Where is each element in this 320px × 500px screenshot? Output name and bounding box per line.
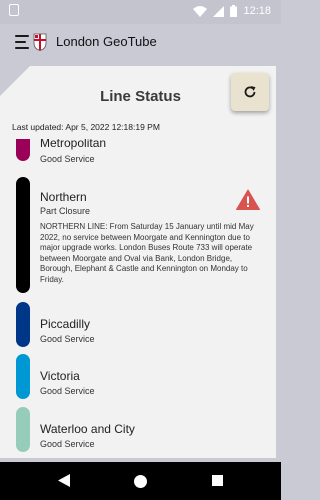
signal-icon	[213, 5, 225, 17]
list-item-waterloo-and-city[interactable]: Waterloo and City Good Service	[0, 407, 276, 455]
status-icons: 12:18	[193, 3, 271, 19]
line-name: Victoria	[40, 369, 80, 383]
line-color-bar	[16, 177, 30, 293]
line-description: NORTHERN LINE: From Saturday 15 January …	[40, 222, 254, 284]
warning-icon	[236, 189, 260, 210]
line-status: Good Service	[40, 439, 95, 449]
last-updated-text: Last updated: Apr 5, 2022 12:18:19 PM	[12, 122, 160, 132]
battery-icon	[230, 5, 238, 17]
line-name: Piccadilly	[40, 317, 91, 331]
line-name: Northern	[40, 190, 87, 204]
app-bar: London GeoTube	[0, 24, 281, 62]
line-color-bar	[16, 302, 30, 347]
line-status: Good Service	[40, 386, 95, 396]
line-name: Metropolitan	[40, 139, 107, 150]
line-color-bar	[16, 407, 30, 452]
list-item-piccadilly[interactable]: Piccadilly Good Service	[0, 302, 276, 350]
wifi-icon	[193, 5, 208, 17]
page-title: Line Status	[100, 88, 181, 105]
line-status: Good Service	[40, 334, 95, 344]
line-color-bar	[16, 139, 30, 161]
list-item-northern[interactable]: Northern Part Closure NORTHERN LINE: Fro…	[0, 177, 276, 297]
list-item-metropolitan[interactable]: Metropolitan Good Service	[0, 139, 276, 165]
line-name: Waterloo and City	[40, 422, 135, 436]
status-time: 12:18	[243, 5, 271, 17]
line-color-bar	[16, 354, 30, 399]
recent-apps-icon[interactable]	[212, 475, 223, 486]
system-nav-bar	[0, 462, 281, 500]
app-title: London GeoTube	[56, 34, 157, 49]
city-crest-icon	[33, 33, 47, 51]
status-bar: 12:18	[0, 0, 281, 24]
line-status: Part Closure	[40, 206, 91, 216]
menu-icon[interactable]	[15, 35, 33, 49]
back-icon[interactable]	[58, 474, 70, 487]
list-item-victoria[interactable]: Victoria Good Service	[0, 354, 276, 402]
home-icon[interactable]	[134, 475, 147, 488]
notification-icon	[9, 4, 19, 16]
line-status: Good Service	[40, 154, 95, 164]
line-list[interactable]: Metropolitan Good Service Northern Part …	[0, 139, 276, 458]
